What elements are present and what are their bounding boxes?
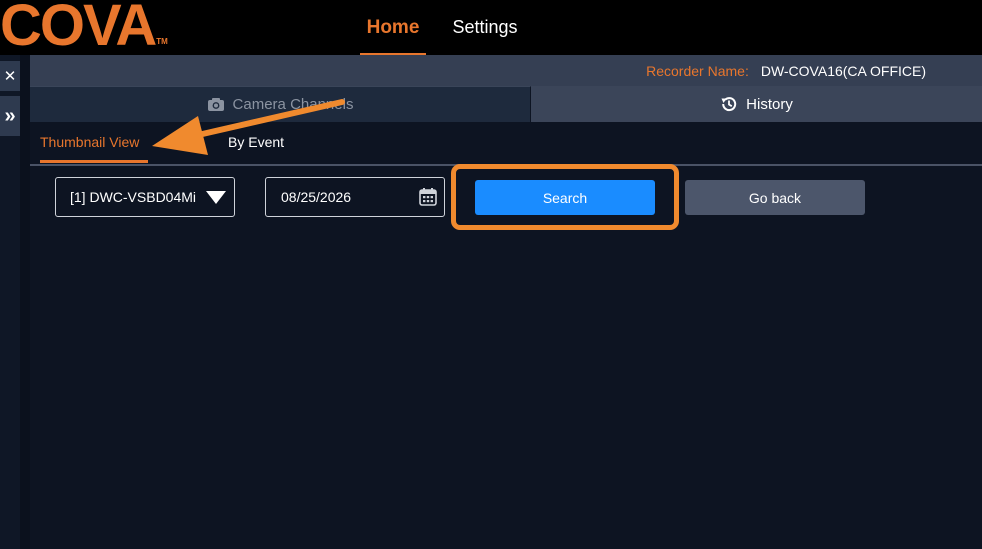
expand-panel-button[interactable]: » xyxy=(0,96,20,136)
camera-select[interactable]: [1] DWC-VSBD04Mi xyxy=(55,177,235,217)
history-icon xyxy=(720,95,738,113)
tab-history-label: History xyxy=(746,95,793,113)
main-tabs: Camera Channels History xyxy=(30,86,982,122)
logo-trademark: TM xyxy=(156,37,168,46)
tab-camera-channels-label: Camera Channels xyxy=(232,96,354,113)
nav-settings[interactable]: Settings xyxy=(450,0,520,55)
close-panel-button[interactable]: ✕ xyxy=(0,61,20,91)
camera-select-value: [1] DWC-VSBD04Mi xyxy=(70,189,197,205)
recorder-name-label: Recorder Name: xyxy=(646,62,749,79)
subtab-active-indicator xyxy=(40,160,148,163)
sidebar-divider xyxy=(20,55,30,549)
date-field[interactable]: 08/25/2026 xyxy=(265,177,445,217)
recorder-bar: Recorder Name: DW-COVA16(CA OFFICE) xyxy=(30,55,982,86)
double-chevron-right-icon: » xyxy=(4,104,16,127)
date-field-value: 08/25/2026 xyxy=(281,189,352,205)
tab-history[interactable]: History xyxy=(531,86,982,122)
top-bar: COVA TM Home Settings xyxy=(0,0,982,58)
subtab-by-event[interactable]: By Event xyxy=(228,134,284,150)
camera-icon xyxy=(207,97,225,112)
caret-down-icon xyxy=(206,191,226,208)
nav-home[interactable]: Home xyxy=(360,0,426,55)
subtab-thumbnail-view[interactable]: Thumbnail View xyxy=(40,134,139,150)
go-back-button[interactable]: Go back xyxy=(685,180,865,215)
close-icon: ✕ xyxy=(3,68,17,85)
view-subtabs: Thumbnail View By Event xyxy=(30,122,982,166)
calendar-icon[interactable] xyxy=(418,187,438,210)
tab-camera-channels[interactable]: Camera Channels xyxy=(30,86,531,122)
recorder-name-value: DW-COVA16(CA OFFICE) xyxy=(760,62,926,79)
cova-logo: COVA TM xyxy=(0,0,168,58)
search-button[interactable]: Search xyxy=(475,180,655,215)
logo-text: COVA xyxy=(0,0,157,58)
